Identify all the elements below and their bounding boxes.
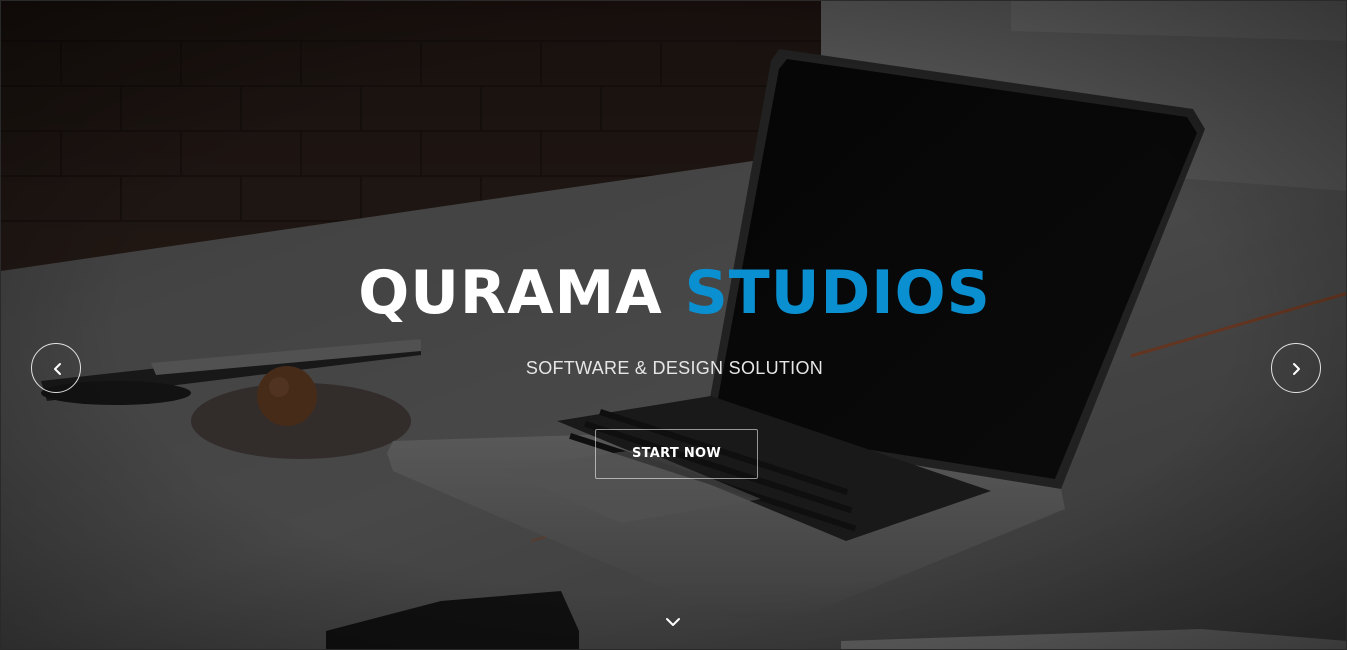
chevron-left-icon	[54, 363, 61, 375]
chevron-down-icon	[666, 618, 680, 626]
next-slide-button[interactable]	[1271, 343, 1321, 393]
hero-slider: QURAMA STUDIOS SOFTWARE & DESIGN SOLUTIO…	[0, 0, 1347, 650]
hero-title-primary: QURAMA	[358, 258, 663, 328]
chevron-right-icon	[1293, 363, 1300, 375]
hero-title: QURAMA STUDIOS	[1, 255, 1346, 331]
scroll-down-button[interactable]	[663, 614, 683, 630]
prev-slide-button[interactable]	[31, 343, 81, 393]
hero-subtitle: SOFTWARE & DESIGN SOLUTION	[525, 358, 824, 378]
start-now-button[interactable]: START NOW	[595, 429, 758, 479]
hero-title-accent: STUDIOS	[684, 258, 991, 328]
